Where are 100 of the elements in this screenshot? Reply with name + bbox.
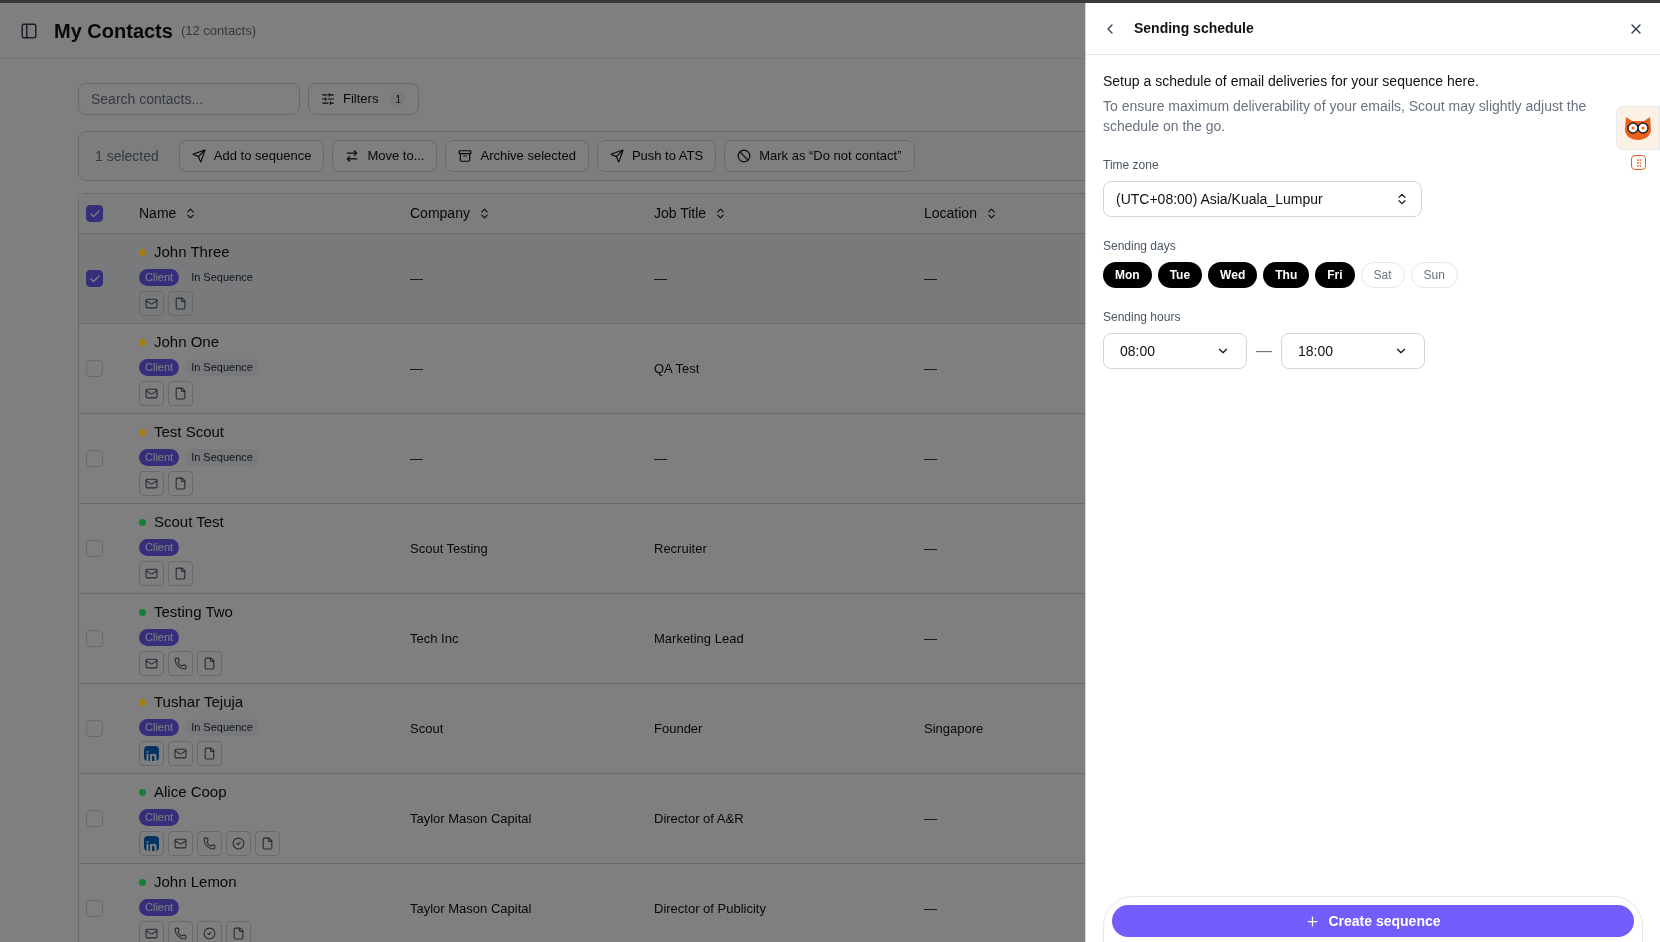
contact-name[interactable]: John One [154, 331, 220, 354]
filters-button[interactable]: Filters 1 [308, 83, 420, 115]
table-cell-text: — [410, 449, 424, 468]
table-cell-text: — [654, 449, 668, 468]
phone-button[interactable] [168, 650, 193, 676]
bulk-action-button[interactable]: Add to sequence [178, 140, 325, 172]
envelope-icon [145, 476, 158, 490]
table-cell-text: Founder [654, 719, 704, 738]
table-cell-text: Marketing Lead [654, 629, 745, 648]
bulk-action-button[interactable]: Move to... [332, 140, 438, 172]
table-cell-text: — [654, 269, 668, 288]
search-field[interactable]: Search contacts... [78, 83, 300, 115]
contact-name[interactable]: Scout Test [154, 511, 224, 534]
selection-count: 1 selected [95, 146, 159, 166]
paper-plane-icon [191, 149, 206, 163]
email-button[interactable] [139, 920, 164, 942]
table-cell-text: Scout Testing [410, 539, 489, 558]
table-cell-text: Scout [410, 719, 445, 738]
assistant-launcher[interactable] [1616, 106, 1660, 150]
note-text: To ensure maximum deliverability of your emails, Scout may slightly adjust the schedule on the go. [1103, 97, 1588, 136]
contact-row[interactable]: John Three Client In Sequence — — — [79, 234, 1085, 324]
field-label: Time zone [1103, 157, 1159, 174]
linkedin-icon [144, 835, 159, 851]
create-sequence-button[interactable]: Create sequence [1112, 905, 1634, 937]
envelope-icon [145, 386, 158, 400]
check-circle-icon [232, 836, 245, 850]
document-icon [174, 566, 187, 580]
day-toggle[interactable]: Sat [1360, 262, 1405, 288]
sidebar-toggle-icon[interactable] [20, 21, 38, 40]
table-cell-text: Taylor Mason Capital [410, 899, 533, 918]
plus-icon [1305, 913, 1321, 929]
tag: In Sequence [185, 448, 259, 466]
email-button[interactable] [168, 740, 193, 766]
tag: In Sequence [185, 358, 259, 376]
bulk-action-button[interactable]: Archive selected [445, 140, 589, 172]
column-header[interactable]: Job Title [654, 203, 924, 224]
email-button[interactable] [139, 290, 164, 316]
document-button[interactable] [197, 650, 222, 676]
intro-text: Setup a schedule of email deliveries for your sequence here. [1103, 72, 1480, 91]
document-button[interactable] [168, 290, 193, 316]
table-cell-text: Recruiter [654, 539, 708, 558]
tag: Client [139, 628, 180, 646]
envelope-icon [145, 926, 158, 940]
bulk-action-button[interactable]: Push to ATS [596, 140, 717, 172]
email-button[interactable] [139, 470, 164, 496]
status-button[interactable] [226, 830, 251, 856]
tag: Client [139, 718, 180, 736]
contact-name[interactable]: Tushar Tejuja [154, 691, 244, 714]
contact-name[interactable]: John Three [154, 241, 230, 264]
tag: Client [139, 268, 180, 286]
table-cell-text: — [924, 269, 938, 288]
page-title: My Contacts [54, 18, 173, 44]
contact-name[interactable]: Test Scout [154, 421, 225, 444]
email-button[interactable] [139, 380, 164, 406]
contact-name[interactable]: Alice Coop [154, 781, 227, 804]
document-icon [174, 386, 187, 400]
document-button[interactable] [168, 470, 193, 496]
day-toggle[interactable]: Sun [1410, 262, 1458, 288]
day-toggle[interactable]: Thu [1263, 262, 1310, 288]
phone-icon [203, 836, 216, 850]
contact-name[interactable]: John Lemon [154, 871, 237, 894]
table-cell-text: Director of A&R [654, 809, 745, 828]
document-button[interactable] [226, 920, 251, 942]
phone-button[interactable] [197, 830, 222, 856]
email-button[interactable] [168, 830, 193, 856]
tag: Client [139, 448, 180, 466]
timezone-select[interactable]: (UTC+08:00) Asia/Kuala_Lumpur [1103, 181, 1422, 217]
email-button[interactable] [139, 650, 164, 676]
linkedin-button[interactable] [139, 830, 164, 856]
checkbox[interactable] [86, 205, 103, 222]
bulk-action-button[interactable]: Mark as “Do not contact” [724, 140, 915, 172]
column-header[interactable]: Company [410, 203, 654, 224]
document-button[interactable] [255, 830, 280, 856]
envelope-icon [145, 566, 158, 580]
linkedin-button[interactable] [139, 740, 164, 766]
day-toggle[interactable]: Wed [1208, 262, 1258, 288]
table-cell-text: — [924, 359, 938, 378]
linkedin-icon [144, 745, 159, 761]
table-cell-text: — [410, 269, 424, 288]
day-toggle[interactable]: Mon [1103, 262, 1152, 288]
column-header[interactable]: Name [139, 203, 410, 224]
status-button[interactable] [197, 920, 222, 942]
drag-handle[interactable] [1631, 155, 1646, 170]
end-time-select[interactable]: 18:00 [1281, 333, 1425, 369]
day-toggle[interactable]: Fri [1315, 262, 1355, 288]
envelope-icon [145, 296, 158, 310]
document-button[interactable] [168, 560, 193, 586]
document-button[interactable] [197, 740, 222, 766]
phone-button[interactable] [168, 920, 193, 942]
start-time-select[interactable]: 08:00 [1103, 333, 1247, 369]
day-toggle[interactable]: Tue [1157, 262, 1203, 288]
field-label: Sending days [1103, 238, 1176, 255]
column-header[interactable]: Location [924, 203, 1085, 224]
document-button[interactable] [168, 380, 193, 406]
document-icon [232, 926, 245, 940]
email-button[interactable] [139, 560, 164, 586]
contact-name[interactable]: Testing Two [154, 601, 233, 624]
table-cell-text: — [924, 449, 938, 468]
checkbox[interactable] [86, 270, 103, 287]
envelope-icon [174, 746, 187, 760]
